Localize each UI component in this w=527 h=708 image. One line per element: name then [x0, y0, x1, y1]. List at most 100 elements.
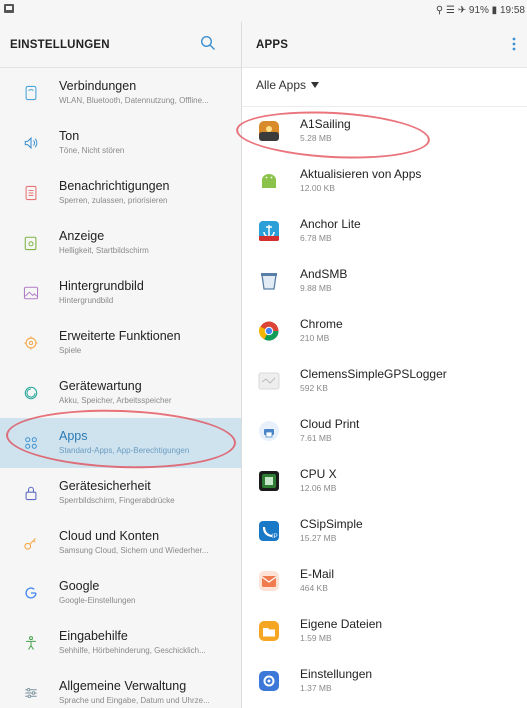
sidebar-item-erweiterte-funktionen[interactable]: Erweiterte Funktionen Spiele	[0, 318, 241, 368]
app-name: A1Sailing	[300, 117, 351, 131]
app-size: 7.61 MB	[300, 433, 332, 443]
svg-text:IP: IP	[272, 534, 278, 540]
andsmb-icon	[261, 273, 277, 290]
sidebar-item-title: Cloud und Konten	[59, 529, 160, 543]
sidebar-item-anzeige[interactable]: Anzeige Helligkeit, Startbildschirm	[0, 218, 241, 268]
csipsimple-icon: IP	[259, 521, 279, 541]
app-list-item-chrome[interactable]: Chrome 210 MB	[242, 308, 527, 358]
gps-logger-icon	[258, 372, 280, 390]
app-name: Eigene Dateien	[300, 617, 383, 631]
app-list-item-a1sailing[interactable]: A1Sailing 5.28 MB	[242, 108, 527, 158]
sidebar-item-title: Anzeige	[59, 229, 105, 243]
app-list-item-cpu-x[interactable]: CPU X 12.06 MB	[242, 458, 527, 508]
app-size: 12.00 KB	[300, 183, 335, 193]
app-size: 12.06 MB	[300, 483, 337, 493]
app-list-item-eigene-dateien[interactable]: Eigene Dateien 1.59 MB	[242, 608, 527, 658]
sidebar-item-hintergrundbild[interactable]: Hintergrundbild Hintergrundbild	[0, 268, 241, 318]
settings-pane: EINSTELLUNGEN Verbindungen WLAN, Bluetoot…	[0, 22, 241, 708]
app-size: 464 KB	[300, 583, 328, 593]
app-size: 1.59 MB	[300, 633, 332, 643]
app-list-item-clemenssimplegpslogger[interactable]: ClemensSimpleGPSLogger 592 KB	[242, 358, 527, 408]
sidebar-item-subtitle: Akku, Speicher, Arbeitsspeicher	[59, 396, 172, 405]
sidebar-item-subtitle: Sehhilfe, Hörbehinderung, Geschicklich..…	[59, 646, 206, 655]
app-name: Einstellungen	[300, 667, 373, 681]
gallery-notification-icon	[4, 4, 14, 13]
sidebar-item-title: Gerätewartung	[59, 379, 142, 393]
sidebar-item-allgemeine-verwaltung[interactable]: Allgemeine Verwaltung Sprache und Eingabe…	[0, 668, 241, 708]
sidebar-item-subtitle: Standard-Apps, App-Berechtigungen	[59, 446, 190, 455]
app-filter-label: Alle Apps	[256, 78, 307, 92]
app-list-item-aktualisieren-von-apps[interactable]: Aktualisieren von Apps 12.00 KB	[242, 158, 527, 208]
status-bar-indicators: ⚲ ☰ ✈ 91% ▮ 19:58	[435, 5, 525, 16]
key-icon	[24, 538, 36, 550]
app-list-item-cloud-print[interactable]: Cloud Print 7.61 MB	[242, 408, 527, 458]
sidebar-item-subtitle: Google-Einstellungen	[59, 596, 136, 605]
app-size: 5.28 MB	[300, 133, 332, 143]
sidebar-item-eingabehilfe[interactable]: Eingabehilfe Sehhilfe, Hörbehinderung, Ge…	[0, 618, 241, 668]
app-list-item-csipsimple[interactable]: IP CSipSimple 15.27 MB	[242, 508, 527, 558]
sidebar-item-ton[interactable]: Ton Töne, Nicht stören	[0, 118, 241, 168]
sidebar-item-subtitle: Hintergrundbild	[59, 296, 114, 305]
app-name: CPU X	[300, 467, 337, 481]
app-name: ClemensSimpleGPSLogger	[300, 367, 447, 381]
app-name: Anchor Lite	[300, 217, 361, 231]
sidebar-item-cloud-und-konten[interactable]: Cloud und Konten Samsung Cloud, Sichern u…	[0, 518, 241, 568]
sidebar-item-ger-tewartung[interactable]: Gerätewartung Akku, Speicher, Arbeitsspei…	[0, 368, 241, 418]
dropdown-arrow-icon	[311, 82, 320, 88]
sidebar-item-title: Verbindungen	[59, 79, 137, 93]
app-list-item-e-mail[interactable]: E-Mail 464 KB	[242, 558, 527, 608]
sidebar-item-title: Apps	[59, 429, 88, 443]
lock-icon	[25, 486, 37, 501]
app-size: 210 MB	[300, 333, 330, 343]
sidebar-item-ger-tesicherheit[interactable]: Gerätesicherheit Sperrbildschirm, Fingera…	[0, 468, 241, 518]
apps-title: APPS	[256, 39, 289, 51]
apps-icon	[25, 437, 37, 449]
status-bar: ⚲ ☰ ✈ 91% ▮ 19:58	[0, 0, 527, 22]
app-name: Aktualisieren von Apps	[300, 167, 422, 181]
accessibility-icon	[26, 636, 36, 650]
sidebar-item-title: Eingabehilfe	[59, 629, 128, 643]
display-icon	[24, 236, 37, 251]
general-management-icon	[25, 687, 37, 699]
sidebar-item-subtitle: Sprache und Eingabe, Datum und Uhrze...	[59, 696, 210, 705]
app-name: CSipSimple	[300, 517, 363, 531]
apps-pane: APPS Alle Apps A1Sailing 5.28 MB Aktualisi…	[242, 22, 527, 708]
settings-menu: Verbindungen WLAN, Bluetooth, Datennutzun…	[0, 68, 241, 708]
sidebar-item-benachrichtigungen[interactable]: Benachrichtigungen Sperren, zulassen, pri…	[0, 168, 241, 218]
app-size: 15.27 MB	[300, 533, 337, 543]
app-size: 1.37 MB	[300, 683, 332, 693]
app-list-item-anchor-lite[interactable]: Anchor Lite 6.78 MB	[242, 208, 527, 258]
sidebar-item-title: Google	[59, 579, 100, 593]
app-name: Cloud Print	[300, 417, 360, 431]
android-icon	[262, 174, 276, 188]
sidebar-item-subtitle: Spiele	[59, 346, 82, 355]
sidebar-item-verbindungen[interactable]: Verbindungen WLAN, Bluetooth, Datennutzun…	[0, 68, 241, 118]
filter-divider	[242, 106, 527, 107]
my-files-icon	[259, 621, 279, 641]
app-list-item-einstellungen[interactable]: Einstellungen 1.37 MB	[242, 658, 527, 708]
sidebar-item-subtitle: WLAN, Bluetooth, Datennutzung, Offline..…	[59, 96, 209, 105]
search-icon[interactable]	[200, 35, 216, 51]
connections-icon	[25, 85, 37, 101]
app-name: E-Mail	[300, 567, 335, 581]
device-maintenance-icon	[24, 386, 38, 400]
app-filter-dropdown[interactable]: Alle Apps	[256, 78, 320, 92]
cloud-print-icon	[259, 421, 279, 441]
sound-icon	[24, 136, 38, 150]
cpu-icon	[259, 471, 279, 491]
sidebar-item-google[interactable]: Google Google-Einstellungen	[0, 568, 241, 618]
sidebar-item-apps[interactable]: Apps Standard-Apps, App-Berechtigungen	[0, 418, 241, 468]
app-list-item-andsmb[interactable]: AndSMB 9.88 MB	[242, 258, 527, 308]
settings-header: EINSTELLUNGEN	[0, 22, 241, 68]
more-options-icon[interactable]	[509, 36, 519, 52]
chrome-icon	[259, 321, 279, 341]
wallpaper-icon	[23, 286, 39, 300]
notifications-icon	[25, 185, 37, 201]
app-size: 592 KB	[300, 383, 328, 393]
sidebar-item-title: Benachrichtigungen	[59, 179, 170, 193]
sidebar-item-subtitle: Sperren, zulassen, priorisieren	[59, 196, 168, 205]
sidebar-item-title: Gerätesicherheit	[59, 479, 151, 493]
settings-title: EINSTELLUNGEN	[10, 39, 110, 51]
sidebar-item-subtitle: Sperrbildschirm, Fingerabdrücke	[59, 496, 175, 505]
app-size: 9.88 MB	[300, 283, 332, 293]
